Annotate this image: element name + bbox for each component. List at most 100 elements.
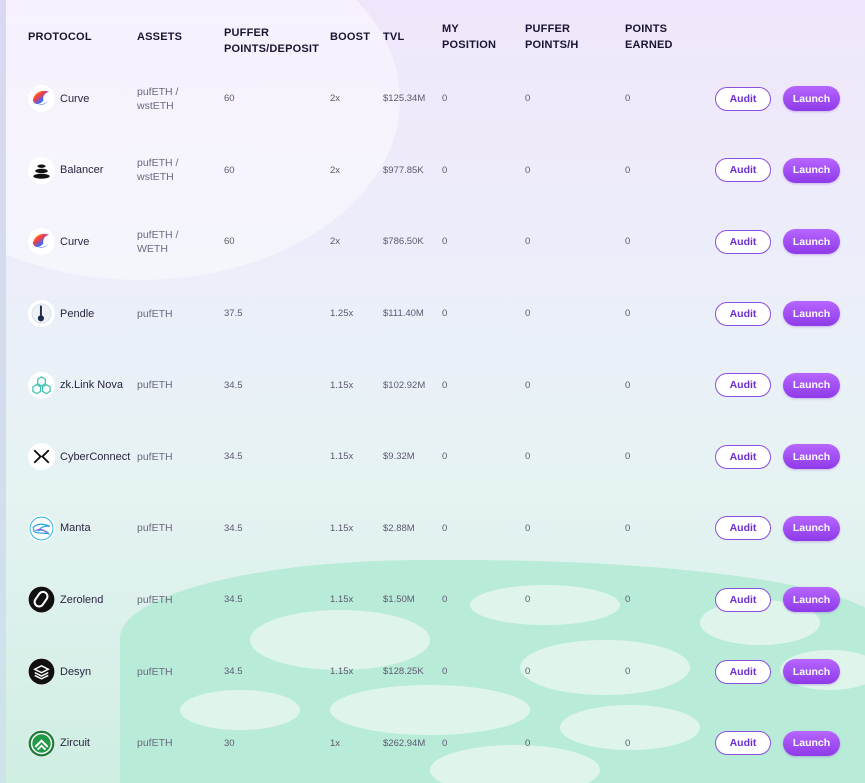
protocol-name: Balancer	[60, 164, 104, 177]
boost-cell: 1.15x	[330, 594, 354, 606]
points-h-cell: 0	[525, 522, 531, 534]
launch-button[interactable]: Launch	[783, 515, 840, 541]
my-position-cell: 0	[442, 236, 448, 248]
balancer-icon	[28, 156, 55, 184]
points-deposit-cell: 60	[224, 164, 235, 176]
points-earned-cell: 0	[625, 594, 631, 606]
assets-line1: pufETH	[137, 593, 173, 606]
audit-button[interactable]: Audit	[715, 86, 771, 111]
zklink-icon	[28, 371, 55, 399]
launch-button[interactable]: Launch	[783, 587, 840, 613]
protocol-name: Curve	[60, 92, 90, 105]
points-deposit-cell: 30	[224, 737, 235, 749]
assets-cell: pufETH	[137, 636, 207, 708]
audit-button[interactable]: Audit	[715, 516, 771, 541]
launch-button[interactable]: Launch	[783, 444, 840, 470]
header-points-earned: POINTS EARNED	[625, 21, 673, 53]
boost-cell: 2x	[330, 93, 341, 105]
assets-cell: pufETH	[137, 564, 207, 636]
points-deposit-cell: 34.5	[224, 666, 243, 678]
points-earned-cell: 0	[625, 236, 631, 248]
header-puffer-points-deposit-line2: POINTS/DEPOSIT	[224, 43, 320, 55]
audit-button[interactable]: Audit	[715, 587, 771, 612]
tvl-cell: $1.50M	[383, 594, 415, 606]
header-puffer-points-h-line2: POINTS/H	[525, 39, 579, 51]
protocol-name: Desyn	[60, 665, 92, 678]
points-earned-cell: 0	[625, 164, 631, 176]
protocol-name: zk.Link Nova	[60, 379, 123, 392]
curve-icon	[28, 228, 55, 256]
my-position-cell: 0	[442, 737, 448, 749]
desyn-icon	[28, 658, 55, 686]
protocol-cell: CyberConnect	[28, 421, 132, 493]
boost-cell: 2x	[330, 236, 341, 248]
table-row: Curve pufETH / wstETH 60 2x $125.34M 0 0…	[0, 63, 865, 135]
launch-button[interactable]: Launch	[783, 229, 840, 255]
protocol-cell: Zircuit	[28, 707, 132, 779]
header-tvl: TVL	[383, 31, 405, 43]
table-row: Curve pufETH / WETH 60 2x $786.50K 0 0 0…	[0, 206, 865, 278]
audit-button[interactable]: Audit	[715, 373, 771, 398]
boost-cell: 1.15x	[330, 451, 354, 463]
my-position-cell: 0	[442, 522, 448, 534]
header-my-position-line1: MY	[442, 23, 459, 35]
assets-line1: pufETH	[137, 379, 173, 392]
my-position-cell: 0	[442, 379, 448, 391]
curve-icon	[28, 85, 55, 113]
my-position-cell: 0	[442, 93, 448, 105]
points-h-cell: 0	[525, 236, 531, 248]
header-puffer-points-h-line1: PUFFER	[525, 23, 571, 35]
points-deposit-cell: 34.5	[224, 379, 243, 391]
assets-line1: pufETH /	[137, 85, 179, 98]
tvl-cell: $128.25K	[383, 666, 424, 678]
protocol-cell: Curve	[28, 206, 132, 278]
protocol-cell: Zerolend	[28, 564, 132, 636]
audit-button[interactable]: Audit	[715, 659, 771, 684]
audit-button[interactable]: Audit	[715, 229, 771, 254]
my-position-cell: 0	[442, 451, 448, 463]
launch-button[interactable]: Launch	[783, 659, 840, 685]
tvl-cell: $977.85K	[383, 164, 424, 176]
assets-cell: pufETH / wstETH	[137, 63, 207, 135]
points-deposit-cell: 34.5	[224, 451, 243, 463]
protocol-name: Zerolend	[60, 593, 104, 606]
manta-icon	[28, 514, 55, 542]
launch-button[interactable]: Launch	[783, 157, 840, 183]
my-position-cell: 0	[442, 594, 448, 606]
table-row: Pendle pufETH 37.5 1.25x $111.40M 0 0 0 …	[0, 278, 865, 350]
launch-button[interactable]: Launch	[783, 372, 840, 398]
table-header: PROTOCOL ASSETS PUFFER POINTS/DEPOSIT BO…	[0, 0, 865, 72]
table-row: Desyn pufETH 34.5 1.15x $128.25K 0 0 0 A…	[0, 636, 865, 708]
boost-cell: 1.25x	[330, 308, 354, 320]
points-h-cell: 0	[525, 451, 531, 463]
header-points-earned-line2: EARNED	[625, 39, 673, 51]
header-points-earned-line1: POINTS	[625, 23, 668, 35]
points-earned-cell: 0	[625, 379, 631, 391]
launch-button[interactable]: Launch	[783, 730, 840, 756]
points-h-cell: 0	[525, 666, 531, 678]
launch-button[interactable]: Launch	[783, 86, 840, 112]
cyberconnect-icon	[28, 443, 55, 471]
points-deposit-cell: 60	[224, 93, 235, 105]
assets-cell: pufETH / wstETH	[137, 135, 207, 207]
launch-button[interactable]: Launch	[783, 301, 840, 327]
assets-line1: pufETH	[137, 450, 173, 463]
table-row: Manta pufETH 34.5 1.15x $2.88M 0 0 0 Aud…	[0, 493, 865, 565]
tvl-cell: $102.92M	[383, 379, 426, 391]
assets-cell: pufETH	[137, 349, 207, 421]
protocol-cell: Balancer	[28, 135, 132, 207]
audit-button[interactable]: Audit	[715, 731, 771, 756]
points-earned-cell: 0	[625, 308, 631, 320]
audit-button[interactable]: Audit	[715, 444, 771, 469]
tvl-cell: $125.34M	[383, 93, 426, 105]
boost-cell: 1.15x	[330, 522, 354, 534]
points-deposit-cell: 34.5	[224, 522, 243, 534]
audit-button[interactable]: Audit	[715, 301, 771, 326]
boost-cell: 1.15x	[330, 379, 354, 391]
protocol-name: Manta	[60, 522, 91, 535]
table-row: CyberConnect pufETH 34.5 1.15x $9.32M 0 …	[0, 421, 865, 493]
protocol-name: Curve	[60, 235, 90, 248]
points-h-cell: 0	[525, 93, 531, 105]
points-h-cell: 0	[525, 594, 531, 606]
audit-button[interactable]: Audit	[715, 158, 771, 183]
